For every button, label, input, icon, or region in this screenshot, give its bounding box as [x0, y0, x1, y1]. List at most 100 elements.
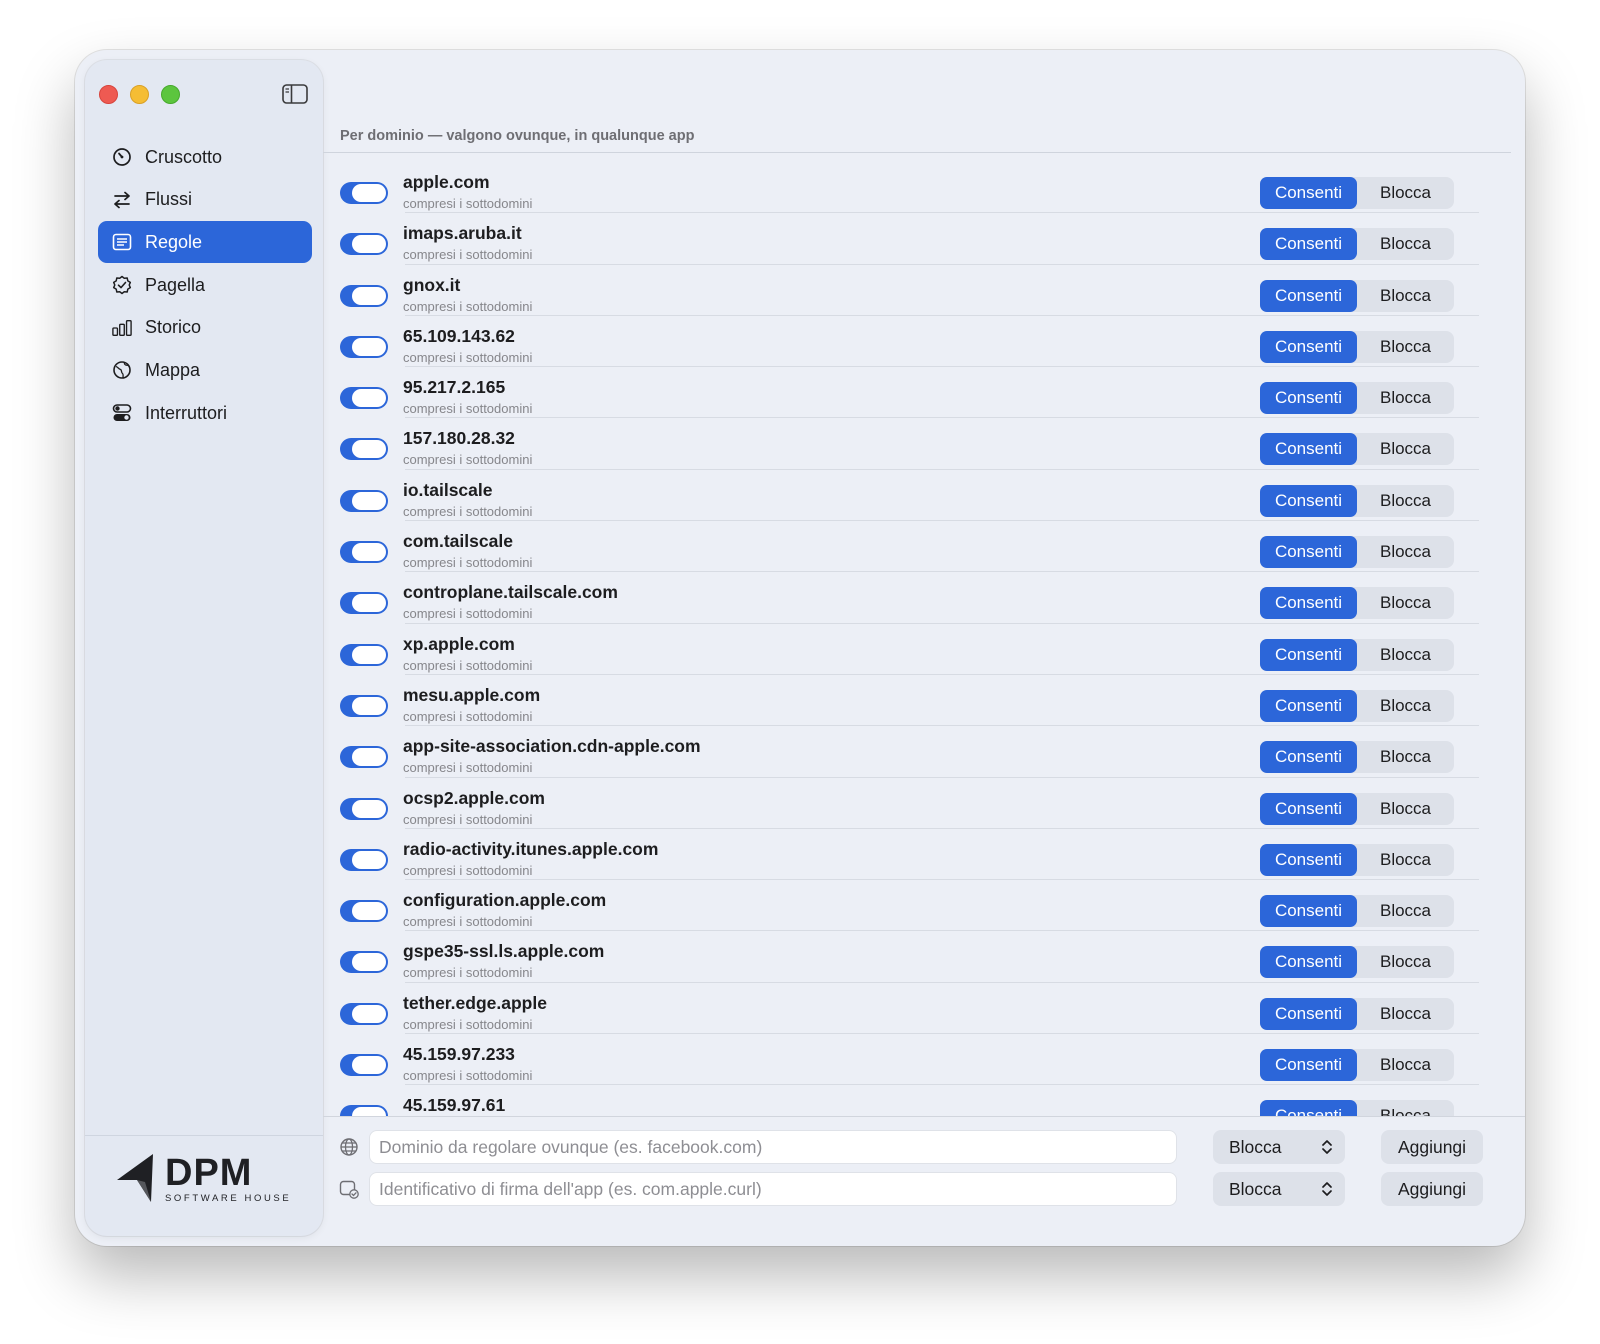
block-button[interactable]: Blocca: [1357, 177, 1454, 209]
sidebar-item-flussi[interactable]: Flussi: [98, 179, 312, 221]
gauge-icon: [112, 147, 132, 167]
sidebar-item-storico[interactable]: Storico: [98, 307, 312, 349]
allow-button[interactable]: Consenti: [1260, 587, 1357, 620]
sidebar-toggle-icon[interactable]: [282, 84, 308, 104]
rule-enabled-toggle[interactable]: [340, 1002, 388, 1025]
rule-subtitle: compresi i sottodomini: [403, 1016, 533, 1032]
sidebar-item-regole[interactable]: Regole: [98, 221, 312, 264]
rule-enabled-toggle[interactable]: [340, 335, 388, 358]
rule-enabled-toggle[interactable]: [340, 1105, 388, 1116]
rule-enabled-toggle[interactable]: [340, 387, 388, 410]
block-button[interactable]: Blocca: [1357, 690, 1454, 722]
block-button[interactable]: Blocca: [1357, 998, 1454, 1030]
add-domain-row: Blocca Aggiungi: [323, 1130, 1525, 1164]
sidebar-item-interruttori[interactable]: Interruttori: [98, 392, 312, 434]
allow-button[interactable]: Consenti: [1260, 279, 1357, 312]
app-action-select[interactable]: Blocca: [1213, 1172, 1345, 1206]
rule-enabled-toggle[interactable]: [340, 541, 388, 564]
header-divider: [323, 152, 1511, 153]
block-button[interactable]: Blocca: [1357, 741, 1454, 773]
toggle-knob: [352, 184, 386, 202]
allow-button[interactable]: Consenti: [1260, 433, 1357, 466]
sidebar-item-cruscotto[interactable]: Cruscotto: [98, 136, 312, 178]
domain-action-select[interactable]: Blocca: [1213, 1130, 1345, 1164]
block-button[interactable]: Blocca: [1357, 433, 1454, 465]
block-button[interactable]: Blocca: [1357, 844, 1454, 876]
globe-icon: [112, 360, 132, 380]
block-button[interactable]: Blocca: [1357, 280, 1454, 312]
allow-button[interactable]: Consenti: [1260, 1100, 1357, 1116]
rule-domain: gspe35-ssl.ls.apple.com: [403, 941, 605, 962]
rule-enabled-toggle[interactable]: [340, 1054, 388, 1077]
block-button[interactable]: Blocca: [1357, 228, 1454, 260]
allow-button[interactable]: Consenti: [1260, 536, 1357, 569]
block-button[interactable]: Blocca: [1357, 946, 1454, 978]
rule-enabled-toggle[interactable]: [340, 694, 388, 717]
block-button[interactable]: Blocca: [1357, 382, 1454, 414]
rule-enabled-toggle[interactable]: [340, 592, 388, 615]
toggle-knob: [352, 286, 386, 305]
add-domain-button[interactable]: Aggiungi: [1381, 1130, 1483, 1164]
app-signature-input[interactable]: [369, 1172, 1177, 1206]
rule-enabled-toggle[interactable]: [340, 951, 388, 974]
rule-row: 45.159.97.233 compresi i sottodomini Conse…: [323, 1034, 1503, 1086]
allow-button[interactable]: Consenti: [1260, 382, 1357, 415]
allow-button[interactable]: Consenti: [1260, 741, 1357, 774]
close-window-button[interactable]: [99, 85, 118, 104]
rule-enabled-toggle[interactable]: [340, 900, 388, 923]
sidebar-item-pagella[interactable]: Pagella: [98, 264, 312, 306]
rule-enabled-toggle[interactable]: [340, 489, 388, 512]
rule-domain: 95.217.2.165: [403, 377, 506, 398]
sidebar-item-label: Mappa: [145, 359, 201, 380]
allow-button[interactable]: Consenti: [1260, 330, 1357, 363]
block-button[interactable]: Blocca: [1357, 1049, 1454, 1081]
allow-button[interactable]: Consenti: [1260, 997, 1357, 1030]
block-button[interactable]: Blocca: [1357, 1100, 1454, 1116]
allow-button[interactable]: Consenti: [1260, 946, 1357, 979]
list-icon: [112, 232, 132, 252]
block-button[interactable]: Blocca: [1357, 331, 1454, 363]
allow-button[interactable]: Consenti: [1260, 895, 1357, 928]
rule-enabled-toggle[interactable]: [340, 233, 388, 256]
toggle-knob: [352, 235, 386, 254]
add-app-button[interactable]: Aggiungi: [1381, 1172, 1483, 1206]
rule-enabled-toggle[interactable]: [340, 797, 388, 820]
allow-button[interactable]: Consenti: [1260, 177, 1357, 209]
rule-subtitle: compresi i sottodomini: [403, 657, 533, 673]
allow-button[interactable]: Consenti: [1260, 689, 1357, 722]
toggle-knob: [352, 1056, 386, 1075]
checkmark-seal-icon: [112, 275, 132, 295]
allow-button[interactable]: Consenti: [1260, 843, 1357, 876]
zoom-window-button[interactable]: [161, 85, 180, 104]
rule-domain: configuration.apple.com: [403, 890, 607, 911]
rule-row: xp.apple.com compresi i sottodomini Consen…: [323, 624, 1503, 676]
domain-input[interactable]: [369, 1130, 1177, 1164]
rule-action-segmented: Consenti Blocca: [1260, 843, 1454, 876]
block-button[interactable]: Blocca: [1357, 793, 1454, 825]
rule-enabled-toggle[interactable]: [340, 284, 388, 307]
rule-row: radio-activity.itunes.apple.com compresi …: [323, 829, 1503, 881]
rule-action-segmented: Consenti Blocca: [1260, 792, 1454, 825]
rule-enabled-toggle[interactable]: [340, 438, 388, 461]
rule-subtitle: compresi i sottodomini: [403, 349, 533, 365]
block-button[interactable]: Blocca: [1357, 587, 1454, 619]
allow-button[interactable]: Consenti: [1260, 1049, 1357, 1082]
rule-enabled-toggle[interactable]: [340, 643, 388, 666]
sidebar-item-mappa[interactable]: Mappa: [98, 349, 312, 391]
block-button[interactable]: Blocca: [1357, 485, 1454, 517]
rule-enabled-toggle[interactable]: [340, 746, 388, 769]
allow-button[interactable]: Consenti: [1260, 484, 1357, 517]
rule-subtitle: compresi i sottodomini: [403, 965, 533, 981]
minimize-window-button[interactable]: [130, 85, 149, 104]
app-action-value: Blocca: [1229, 1178, 1282, 1199]
rule-enabled-toggle[interactable]: [340, 848, 388, 871]
rule-action-segmented: Consenti Blocca: [1260, 638, 1454, 671]
allow-button[interactable]: Consenti: [1260, 792, 1357, 825]
allow-button[interactable]: Consenti: [1260, 228, 1357, 261]
allow-button[interactable]: Consenti: [1260, 638, 1357, 671]
block-button[interactable]: Blocca: [1357, 536, 1454, 568]
rule-action-segmented: Consenti Blocca: [1260, 587, 1454, 620]
rule-enabled-toggle[interactable]: [340, 182, 388, 204]
block-button[interactable]: Blocca: [1357, 895, 1454, 927]
block-button[interactable]: Blocca: [1357, 639, 1454, 671]
